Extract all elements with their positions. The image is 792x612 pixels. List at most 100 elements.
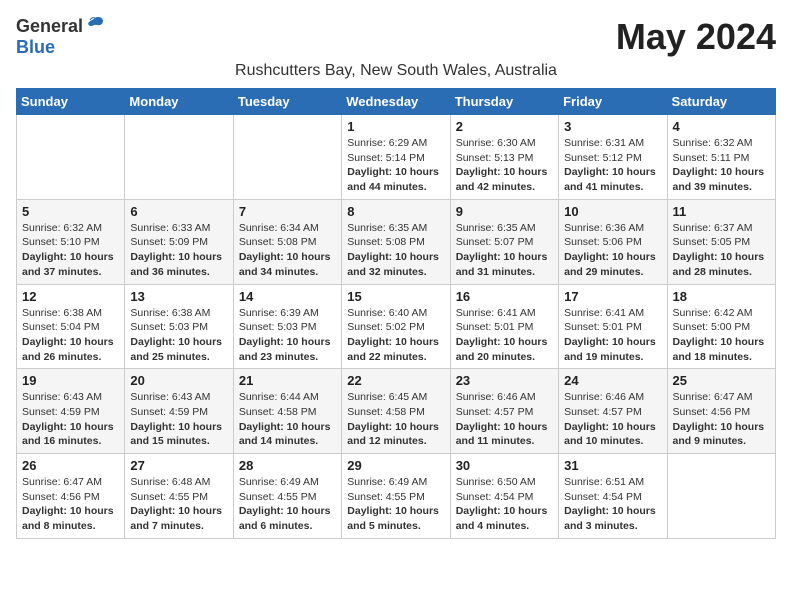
calendar-cell: 20Sunrise: 6:43 AMSunset: 4:59 PMDayligh… [125, 369, 233, 454]
calendar-cell: 13 Sunrise: 6:38 AMSunset: 5:03 PMDayligh… [125, 284, 233, 369]
column-header-wednesday: Wednesday [342, 89, 450, 115]
calendar-cell: 28 Sunrise: 6:49 AMSunset: 4:55 PMDayligh… [233, 454, 341, 539]
cell-content: Sunrise: 6:31 AMSunset: 5:12 PMDaylight:… [564, 136, 661, 195]
cell-content: Sunrise: 6:42 AMSunset: 5:00 PMDaylight:… [673, 306, 770, 365]
cell-content: Sunrise: 6:39 AMSunset: 5:03 PMDaylight:… [239, 306, 336, 365]
days-header-row: SundayMondayTuesdayWednesdayThursdayFrid… [17, 89, 776, 115]
day-number: 22 [347, 373, 444, 388]
day-number: 12 [22, 289, 119, 304]
calendar-cell: 5Sunrise: 6:32 AMSunset: 5:10 PMDaylight… [17, 199, 125, 284]
calendar-cell: 22 Sunrise: 6:45 AMSunset: 4:58 PMDayligh… [342, 369, 450, 454]
day-number: 9 [456, 204, 553, 219]
day-number: 15 [347, 289, 444, 304]
calendar-week-row: 19 Sunrise: 6:43 AMSunset: 4:59 PMDayligh… [17, 369, 776, 454]
cell-content: Sunrise: 6:47 AMSunset: 4:56 PMDaylight:… [673, 390, 770, 449]
calendar-cell [233, 115, 341, 200]
page-header: General Blue May 2024 [16, 16, 776, 58]
calendar-cell [125, 115, 233, 200]
calendar-cell: 9 Sunrise: 6:35 AMSunset: 5:07 PMDaylight… [450, 199, 558, 284]
calendar-cell: 27Sunrise: 6:48 AMSunset: 4:55 PMDayligh… [125, 454, 233, 539]
calendar-cell: 16 Sunrise: 6:41 AMSunset: 5:01 PMDayligh… [450, 284, 558, 369]
calendar-cell: 19 Sunrise: 6:43 AMSunset: 4:59 PMDayligh… [17, 369, 125, 454]
cell-content: Sunrise: 6:41 AMSunset: 5:01 PMDaylight:… [456, 306, 553, 365]
cell-content: Sunrise: 6:41 AMSunset: 5:01 PMDaylight:… [564, 306, 661, 365]
calendar-cell: 6 Sunrise: 6:33 AMSunset: 5:09 PMDaylight… [125, 199, 233, 284]
cell-content: Sunrise: 6:49 AMSunset: 4:55 PMDaylight:… [347, 475, 444, 534]
calendar-week-row: 12 Sunrise: 6:38 AMSunset: 5:04 PMDayligh… [17, 284, 776, 369]
day-number: 4 [673, 119, 770, 134]
day-number: 21 [239, 373, 336, 388]
calendar-cell: 11 Sunrise: 6:37 AMSunset: 5:05 PMDayligh… [667, 199, 775, 284]
cell-content: Sunrise: 6:50 AMSunset: 4:54 PMDaylight:… [456, 475, 553, 534]
logo-general-text: General [16, 16, 83, 37]
calendar-cell: 1 Sunrise: 6:29 AMSunset: 5:14 PMDaylight… [342, 115, 450, 200]
day-number: 27 [130, 458, 227, 473]
calendar-cell: 3 Sunrise: 6:31 AMSunset: 5:12 PMDaylight… [559, 115, 667, 200]
calendar-table: SundayMondayTuesdayWednesdayThursdayFrid… [16, 88, 776, 539]
day-number: 8 [347, 204, 444, 219]
calendar-cell [17, 115, 125, 200]
calendar-cell: 25 Sunrise: 6:47 AMSunset: 4:56 PMDayligh… [667, 369, 775, 454]
day-number: 7 [239, 204, 336, 219]
day-number: 26 [22, 458, 119, 473]
column-header-saturday: Saturday [667, 89, 775, 115]
logo-bird-icon [85, 16, 105, 34]
cell-content: Sunrise: 6:43 AMSunset: 4:59 PMDaylight:… [130, 390, 227, 449]
calendar-cell [667, 454, 775, 539]
calendar-cell: 12 Sunrise: 6:38 AMSunset: 5:04 PMDayligh… [17, 284, 125, 369]
cell-content: Sunrise: 6:40 AMSunset: 5:02 PMDaylight:… [347, 306, 444, 365]
day-number: 28 [239, 458, 336, 473]
day-number: 14 [239, 289, 336, 304]
calendar-cell: 21 Sunrise: 6:44 AMSunset: 4:58 PMDayligh… [233, 369, 341, 454]
day-number: 17 [564, 289, 661, 304]
cell-content: Sunrise: 6:33 AMSunset: 5:09 PMDaylight:… [130, 221, 227, 280]
cell-content: Sunrise: 6:35 AMSunset: 5:07 PMDaylight:… [456, 221, 553, 280]
calendar-cell: 24Sunrise: 6:46 AMSunset: 4:57 PMDayligh… [559, 369, 667, 454]
calendar-week-row: 1 Sunrise: 6:29 AMSunset: 5:14 PMDaylight… [17, 115, 776, 200]
day-number: 5 [22, 204, 119, 219]
cell-content: Sunrise: 6:46 AMSunset: 4:57 PMDaylight:… [456, 390, 553, 449]
column-header-tuesday: Tuesday [233, 89, 341, 115]
calendar-cell: 17 Sunrise: 6:41 AMSunset: 5:01 PMDayligh… [559, 284, 667, 369]
calendar-cell: 7 Sunrise: 6:34 AMSunset: 5:08 PMDaylight… [233, 199, 341, 284]
day-number: 31 [564, 458, 661, 473]
day-number: 18 [673, 289, 770, 304]
cell-content: Sunrise: 6:51 AMSunset: 4:54 PMDaylight:… [564, 475, 661, 534]
cell-content: Sunrise: 6:34 AMSunset: 5:08 PMDaylight:… [239, 221, 336, 280]
cell-content: Sunrise: 6:29 AMSunset: 5:14 PMDaylight:… [347, 136, 444, 195]
day-number: 11 [673, 204, 770, 219]
calendar-cell: 30Sunrise: 6:50 AMSunset: 4:54 PMDayligh… [450, 454, 558, 539]
cell-content: Sunrise: 6:45 AMSunset: 4:58 PMDaylight:… [347, 390, 444, 449]
day-number: 6 [130, 204, 227, 219]
cell-content: Sunrise: 6:37 AMSunset: 5:05 PMDaylight:… [673, 221, 770, 280]
cell-content: Sunrise: 6:44 AMSunset: 4:58 PMDaylight:… [239, 390, 336, 449]
day-number: 10 [564, 204, 661, 219]
day-number: 29 [347, 458, 444, 473]
calendar-cell: 23Sunrise: 6:46 AMSunset: 4:57 PMDayligh… [450, 369, 558, 454]
day-number: 2 [456, 119, 553, 134]
cell-content: Sunrise: 6:32 AMSunset: 5:11 PMDaylight:… [673, 136, 770, 195]
calendar-cell: 15 Sunrise: 6:40 AMSunset: 5:02 PMDayligh… [342, 284, 450, 369]
column-header-monday: Monday [125, 89, 233, 115]
logo: General Blue [16, 16, 105, 58]
day-number: 13 [130, 289, 227, 304]
day-number: 19 [22, 373, 119, 388]
day-number: 16 [456, 289, 553, 304]
logo-blue-text: Blue [16, 37, 55, 57]
cell-content: Sunrise: 6:49 AMSunset: 4:55 PMDaylight:… [239, 475, 336, 534]
cell-content: Sunrise: 6:38 AMSunset: 5:04 PMDaylight:… [22, 306, 119, 365]
calendar-cell: 18 Sunrise: 6:42 AMSunset: 5:00 PMDayligh… [667, 284, 775, 369]
calendar-week-row: 26Sunrise: 6:47 AMSunset: 4:56 PMDayligh… [17, 454, 776, 539]
day-number: 3 [564, 119, 661, 134]
calendar-cell: 31 Sunrise: 6:51 AMSunset: 4:54 PMDayligh… [559, 454, 667, 539]
day-number: 25 [673, 373, 770, 388]
calendar-cell: 2Sunrise: 6:30 AMSunset: 5:13 PMDaylight… [450, 115, 558, 200]
column-header-friday: Friday [559, 89, 667, 115]
cell-content: Sunrise: 6:38 AMSunset: 5:03 PMDaylight:… [130, 306, 227, 365]
calendar-cell: 8Sunrise: 6:35 AMSunset: 5:08 PMDaylight… [342, 199, 450, 284]
cell-content: Sunrise: 6:36 AMSunset: 5:06 PMDaylight:… [564, 221, 661, 280]
day-number: 1 [347, 119, 444, 134]
location-subtitle: Rushcutters Bay, New South Wales, Austra… [16, 62, 776, 80]
cell-content: Sunrise: 6:43 AMSunset: 4:59 PMDaylight:… [22, 390, 119, 449]
column-header-sunday: Sunday [17, 89, 125, 115]
